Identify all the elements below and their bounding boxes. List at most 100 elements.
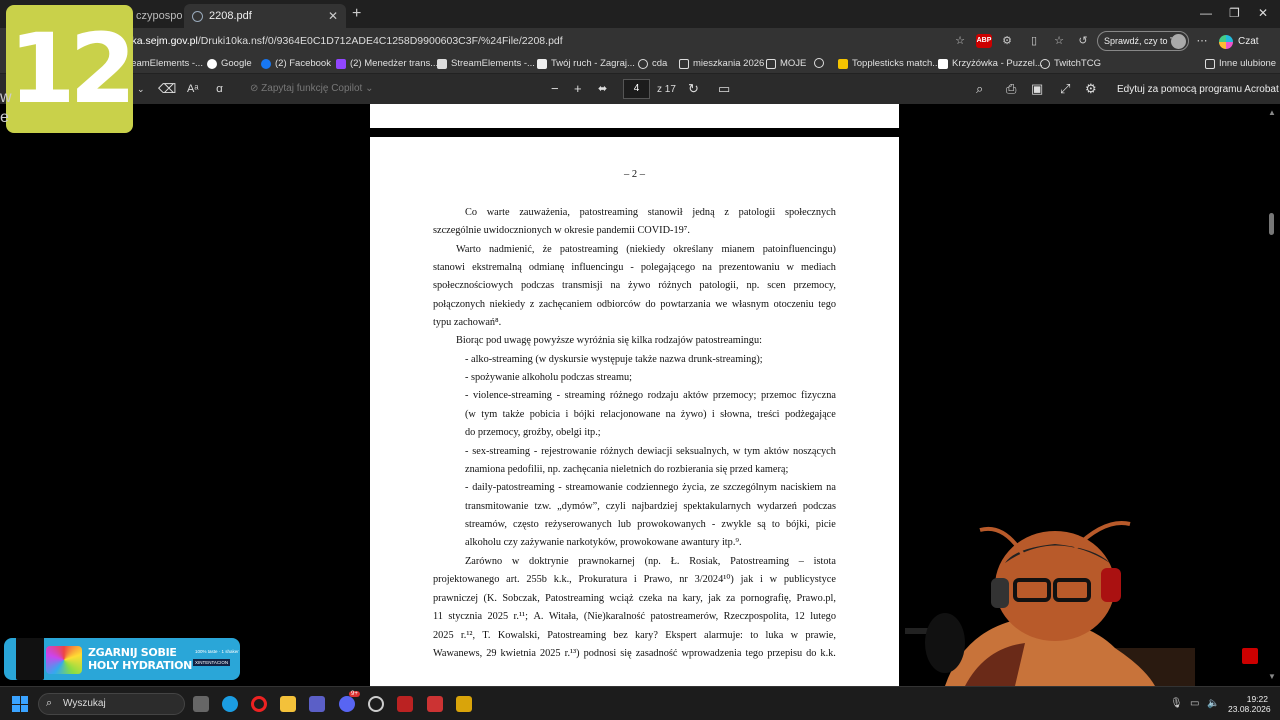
bookmark-item[interactable]: Topplesticks match... [838, 58, 940, 69]
folder-icon [679, 58, 689, 69]
bookmark-item[interactable] [814, 58, 828, 68]
bookmark-item[interactable]: Google [207, 58, 252, 69]
google-icon [207, 58, 217, 69]
chess-icon [537, 58, 547, 69]
file-explorer-icon[interactable] [280, 696, 296, 712]
scrollbar-thumb[interactable] [1269, 213, 1274, 235]
settings-icon[interactable]: ⚙ [1085, 82, 1097, 96]
document-line: 2025 r.¹², T. Kowalski, Patostreaming bez kary… [433, 630, 836, 641]
tab-bar: czypospo ✕ 2208.pdf ✕ + — ❐ ✕ [0, 0, 1280, 28]
bookmark-item[interactable]: Inne ulubione [1205, 58, 1276, 69]
minimize-icon[interactable]: — [1200, 6, 1212, 20]
eraser-icon[interactable]: ⌫ [158, 82, 176, 96]
bookmark-item[interactable]: reamElements -... [128, 58, 203, 69]
url-domain: rka.sejm.gov.pl [128, 35, 198, 47]
document-line: typu zachowań⁸. [433, 317, 502, 328]
taskbar-search[interactable]: ⌕ Wyszukaj [38, 693, 185, 715]
app-icon[interactable] [456, 696, 472, 712]
left-edge-text: we [0, 89, 12, 126]
new-tab-icon[interactable]: + [352, 5, 361, 23]
acrobat-icon[interactable] [1242, 648, 1258, 664]
translate-icon[interactable]: ꭤ [216, 82, 223, 96]
discord-icon[interactable] [339, 696, 355, 712]
tab-active-pdf[interactable]: 2208.pdf ✕ [184, 4, 346, 28]
favorites-icon[interactable]: ☆ [1052, 34, 1066, 48]
scroll-up-icon[interactable]: ▲ [1268, 108, 1276, 117]
page-number-input[interactable]: 4 [623, 79, 650, 99]
mic-icon[interactable]: 🎙 [1170, 698, 1183, 709]
taskbar: ⌕ Wyszukaj 9+ 🎙 ▭ 🔈 19:22 23.08.2026 [0, 686, 1280, 720]
bookmark-label: MOJE [780, 58, 807, 69]
close-window-icon[interactable]: ✕ [1258, 6, 1268, 20]
bookmark-item[interactable]: StreamElements -... [437, 58, 535, 69]
copilot-prompt[interactable]: ⊘ Zapytaj funkcję Copilot ⌄ [250, 83, 374, 94]
bookmark-item[interactable]: Krzyżówka - Puzzel... [938, 58, 1043, 69]
app-icon[interactable] [397, 696, 413, 712]
document-line: - violence-streaming - streaming różnego rodz… [465, 390, 836, 401]
print-icon[interactable]: ⎙ [1006, 82, 1016, 96]
copilot-icon[interactable] [1219, 35, 1233, 49]
banner-headline: ZGARNIJ SOBIE HOLY HYDRATION [88, 646, 193, 672]
app-icon[interactable] [427, 696, 443, 712]
pdf-page: – 2 – Co warte zauważenia, patostreaming sta… [370, 137, 899, 686]
fit-page-icon[interactable]: ⬌ [598, 82, 607, 96]
document-line: - alko-streaming (w dyskursie występuje … [465, 354, 763, 365]
zoom-in-icon[interactable]: + [574, 82, 582, 96]
maximize-icon[interactable]: ❐ [1229, 6, 1240, 20]
chat-button[interactable]: Czat [1238, 36, 1259, 47]
zoom-out-icon[interactable]: − [551, 82, 559, 96]
copilot-icon: ⊘ [250, 83, 262, 94]
search-icon[interactable]: ⌕ [976, 82, 983, 96]
document-line: 11 stycznia 2025 r.¹¹; A. Witała, (Nie)karalno… [433, 611, 836, 622]
globe-icon [1040, 58, 1050, 69]
page-view-icon[interactable]: ▭ [718, 82, 730, 96]
task-view-icon[interactable] [193, 696, 209, 712]
document-line: streamów, często reżyserowanych lub prowokow… [465, 519, 836, 530]
globe-icon [814, 58, 824, 68]
stream-logo: 12 [6, 5, 136, 133]
history-icon[interactable]: ↺ [1076, 34, 1090, 48]
bookmark-label: TwitchTCG [1054, 58, 1101, 69]
clock[interactable]: 19:22 23.08.2026 [1228, 694, 1271, 714]
bookmark-item[interactable]: Twój ruch - Zagraj... [537, 58, 635, 69]
bookmark-label: Inne ulubione [1219, 58, 1277, 69]
document-line: Co warte zauważenia, patostreaming stanowił j… [465, 207, 836, 218]
save-icon[interactable]: ▣ [1031, 82, 1043, 96]
windows-start-icon[interactable] [12, 696, 28, 712]
fullscreen-icon[interactable]: ⤢ [1060, 82, 1070, 96]
scroll-down-icon[interactable]: ▼ [1268, 672, 1276, 681]
favorite-star-icon[interactable]: ☆ [953, 34, 967, 48]
document-line: Biorąc pod uwagę powyższe wyróżnia się k… [456, 335, 762, 346]
document-line: społecznościowych podczas transmisji na żywo… [433, 280, 836, 291]
extensions-icon[interactable]: ⚙ [1000, 34, 1014, 48]
bookmark-item[interactable]: (2) Facebook [261, 58, 331, 69]
profile-button[interactable]: Sprawdź, czy to Ty [1097, 31, 1189, 51]
teams-icon[interactable] [309, 696, 325, 712]
opera-icon[interactable] [251, 696, 267, 712]
bookmark-label: Google [221, 58, 252, 69]
obs-icon[interactable] [368, 696, 384, 712]
network-icon[interactable]: ▭ [1190, 698, 1199, 709]
edit-in-acrobat-button[interactable]: Edytuj za pomocą programu Acrobat [1117, 84, 1279, 95]
url-field[interactable]: rka.sejm.gov.pl/Druki10ka.nsf/0/9364E0C1… [128, 35, 563, 47]
close-tab-icon[interactable]: ✕ [328, 9, 338, 23]
read-aloud-icon[interactable]: Aᵃ [187, 82, 198, 96]
bookmark-item[interactable]: mieszkania 2026 [679, 58, 764, 69]
bookmark-item[interactable]: MOJE [766, 58, 806, 69]
volume-icon[interactable]: 🔈 [1207, 698, 1219, 709]
bookmark-label: Twój ruch - Zagraj... [551, 58, 635, 69]
bookmark-item[interactable]: (2) Menedżer trans... [336, 58, 438, 69]
rotate-icon[interactable]: ↻ [688, 82, 699, 96]
chevron-down-icon[interactable]: ⌄ [137, 82, 145, 96]
bookmark-item[interactable]: TwitchTCG [1040, 58, 1101, 69]
facebook-icon [261, 58, 271, 69]
tab-label: 2208.pdf [209, 10, 252, 22]
edge-icon[interactable] [222, 696, 238, 712]
bookmarks-bar: reamElements -... Google (2) Facebook (2… [0, 54, 1280, 74]
clock-time: 19:22 [1246, 694, 1268, 704]
more-menu-icon[interactable]: ⋯ [1195, 34, 1209, 48]
adblock-icon[interactable]: ABP [976, 34, 992, 48]
bookmark-item[interactable]: cda [638, 58, 667, 69]
split-screen-icon[interactable]: ▯ [1027, 34, 1041, 48]
tab-previous[interactable]: czypospo ✕ [128, 4, 193, 28]
